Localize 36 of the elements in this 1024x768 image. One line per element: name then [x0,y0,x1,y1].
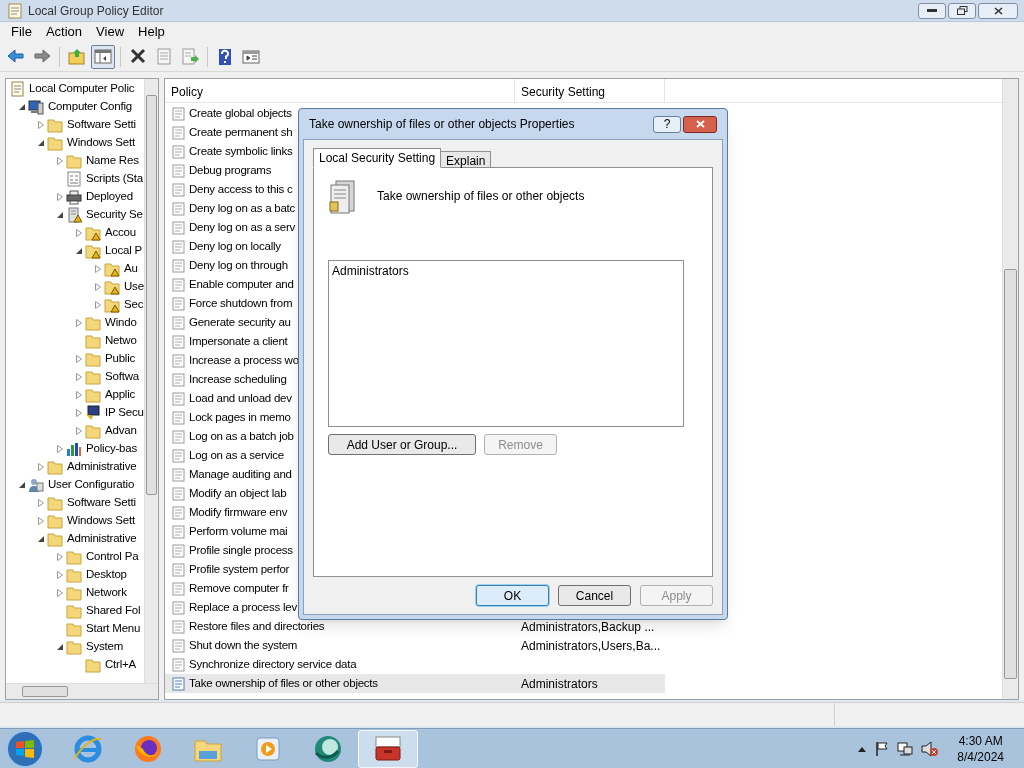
table-cell-text: Replace a process lev [189,599,297,615]
policy-name: Take ownership of files or other objects [377,188,585,205]
table-cell-text: Manage auditing and [189,466,292,482]
table-cell-text: Load and unload dev [189,390,292,406]
table-cell-text: Modify an object lab [189,485,287,501]
table-cell-text: Create symbolic links [189,143,293,159]
table-cell-text: Administrators,Backup ... [520,618,655,636]
table-cell-text: Generate security au [189,314,291,330]
table-cell-text: Perform volume mai [189,523,288,539]
table-cell-text: Log on as a batch job [189,428,294,444]
table-cell-text: Profile system perfor [189,561,290,577]
table-cell-text: Deny log on as a serv [189,219,295,235]
table-cell-text: Profile single process [189,542,293,558]
window-title: Local Group Policy Editor [28,2,164,20]
table-cell-text: Administrators,Users,Ba... [520,637,661,655]
table-cell-text: Force shutdown from [189,295,293,311]
table-cell-text: Debug programs [189,162,272,178]
dialog-title: Take ownership of files or other objects Properties [309,116,575,133]
table-cell-text: Shut down the system [189,637,298,653]
table-cell-text: Modify firmware env [189,504,288,520]
table-cell-text: Administrators [520,675,598,693]
table-cell-text: Impersonate a client [189,333,288,349]
table-cell-text: Increase scheduling [189,371,287,387]
table-cell-text: Create permanent sh [189,124,293,140]
table-cell-text: Take ownership of files or other objects [189,675,378,691]
table-cell-text: Synchronize directory service data [189,656,357,672]
table-cell-text: Remove computer fr [189,580,289,596]
table-cell-text: Log on as a service [189,447,284,463]
table-cell-text: Create global objects [189,105,292,121]
table-cell-text: Deny log on through [189,257,288,273]
table-cell-text: Enable computer and [189,276,294,292]
table-cell-text: Deny access to this c [189,181,293,197]
table-cell-text: Lock pages in memo [189,409,291,425]
table-cell-text: Deny log on as a batc [189,200,295,216]
table-cell-text: Deny log on locally [189,238,281,254]
table-cell-text: Restore files and directories [189,618,325,634]
